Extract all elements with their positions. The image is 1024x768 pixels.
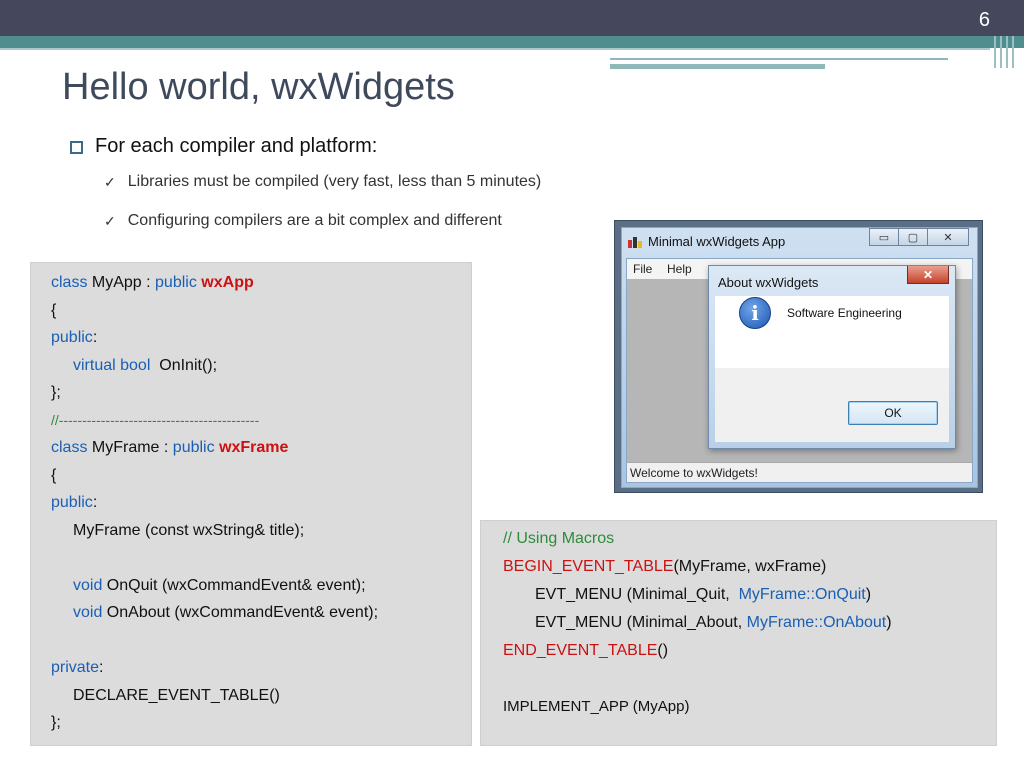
code-line: MyFrame (const wxString& title); [73, 521, 305, 539]
code-line: END_EVENT_TABLE() [503, 637, 996, 665]
code-line: class MyApp : public wxApp [51, 269, 471, 297]
code-comment: //--------------------------------------… [51, 411, 260, 428]
code-text: MyApp : [87, 274, 156, 291]
code-line: class MyFrame : public wxFrame [51, 434, 471, 462]
code-keyword: private [51, 659, 100, 676]
code-line: DECLARE_EVENT_TABLE() [73, 686, 280, 704]
code-text: MyFrame : [87, 439, 173, 456]
code-text: ) [865, 586, 872, 603]
window-controls: ▭ ▢ ✕ [869, 228, 969, 246]
dialog-title: About wxWidgets [718, 275, 819, 290]
code-keyword: public [51, 494, 93, 511]
close-button[interactable]: ✕ [927, 228, 969, 246]
bullet-item: For each compiler and platform: [70, 135, 377, 158]
checkmark-icon: ✓ [104, 173, 116, 190]
code-text: ) [886, 614, 892, 631]
menu-file[interactable]: File [633, 262, 652, 276]
maximize-button[interactable]: ▢ [898, 228, 928, 246]
decor-line [610, 64, 825, 69]
code-text: : [99, 659, 104, 676]
info-icon: i [739, 297, 771, 329]
dialog-message: Software Engineering [787, 306, 902, 320]
code-text: EVT_MENU (Minimal_Quit, [535, 586, 739, 603]
code-line: BEGIN_EVENT_TABLE(MyFrame, wxFrame) [503, 553, 996, 581]
code-keyword: MyFrame::OnQuit [738, 586, 866, 603]
code-keyword: void [73, 604, 103, 621]
code-line: IMPLEMENT_APP (MyApp) [503, 698, 690, 715]
code-line: }; [51, 384, 61, 401]
code-block-event-table: // Using Macros BEGIN_EVENT_TABLE(MyFram… [480, 520, 997, 746]
code-text: EVT_MENU (Minimal_About, [535, 614, 747, 631]
code-keyword: public [172, 439, 215, 456]
code-keyword: virtual bool [73, 356, 151, 374]
decor-line [0, 48, 990, 50]
square-bullet-icon [70, 140, 83, 154]
code-text: (MyFrame, wxFrame) [673, 558, 827, 575]
code-text: : [92, 494, 98, 511]
checkmark-icon: ✓ [104, 212, 116, 229]
code-text: OnAbout (wxCommandEvent& event); [102, 604, 379, 621]
code-line: void OnQuit (wxCommandEvent& event); [51, 572, 471, 600]
menu-help[interactable]: Help [667, 262, 692, 276]
slide-title: Hello world, wxWidgets [62, 66, 455, 108]
code-line: EVT_MENU (Minimal_Quit, MyFrame::OnQuit) [503, 581, 996, 609]
code-line: { [51, 466, 57, 484]
sub-bullet-text: Libraries must be compiled (very fast, l… [127, 173, 542, 190]
minimize-button[interactable]: ▭ [869, 228, 899, 246]
top-bar [0, 0, 1024, 36]
teal-band [0, 36, 1024, 48]
sub-bullet-item: ✓ Configuring compilers are a bit comple… [104, 212, 502, 230]
app-icon [628, 237, 642, 248]
code-line: virtual bool OnInit(); [51, 352, 471, 380]
sub-bullet-item: ✓ Libraries must be compiled (very fast,… [104, 173, 541, 191]
code-line: void OnAbout (wxCommandEvent& event); [51, 599, 471, 627]
decor-stripes [990, 36, 1024, 68]
decor-line [610, 58, 948, 60]
code-line: EVT_MENU (Minimal_About, MyFrame::OnAbou… [503, 609, 996, 637]
window-title: Minimal wxWidgets App [648, 234, 786, 249]
code-keyword: class [51, 274, 88, 291]
code-line: private: [51, 654, 471, 682]
code-line: { [51, 301, 57, 319]
code-keyword: public [155, 274, 197, 291]
code-text: : [92, 329, 98, 346]
bullet-text: For each compiler and platform: [95, 135, 378, 157]
code-keyword: MyFrame::OnAbout [746, 614, 887, 631]
code-text: OnQuit (wxCommandEvent& event); [102, 576, 366, 594]
status-bar: Welcome to wxWidgets! [627, 462, 972, 482]
code-line: public: [51, 489, 471, 517]
code-type: wxFrame [219, 439, 289, 456]
code-text: OnInit(); [150, 356, 218, 374]
sub-bullet-text: Configuring compilers are a bit complex … [127, 212, 502, 229]
code-keyword: void [73, 576, 103, 594]
code-macro: BEGIN_EVENT_TABLE [503, 558, 674, 575]
code-keyword: public [51, 329, 93, 346]
code-keyword: class [51, 439, 88, 456]
code-type: wxApp [201, 274, 254, 291]
code-comment: // Using Macros [503, 530, 615, 547]
code-block-class-declarations: class MyApp : public wxApp { public: vir… [30, 262, 472, 746]
code-line: public: [51, 324, 471, 352]
code-text: () [657, 642, 669, 659]
code-line: }; [51, 714, 61, 731]
code-macro: END_EVENT_TABLE [503, 642, 658, 659]
ok-button[interactable]: OK [848, 401, 938, 425]
slide-number: 6 [978, 9, 990, 31]
dialog-close-button[interactable]: ✕ [907, 266, 949, 284]
about-dialog: About wxWidgets ✕ i Software Engineering… [708, 265, 956, 449]
